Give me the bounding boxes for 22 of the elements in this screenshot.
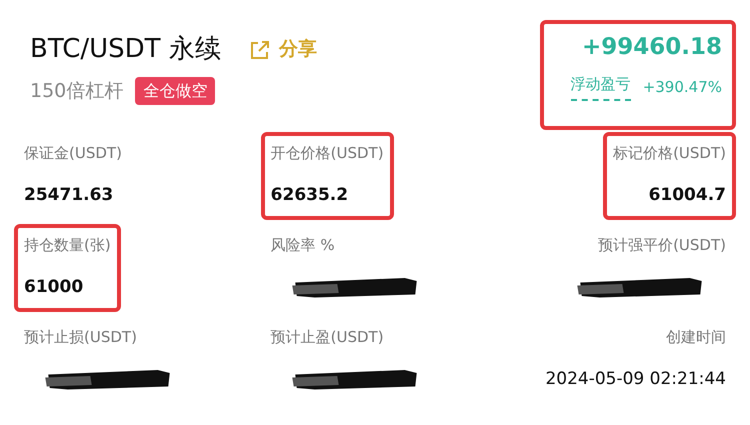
contract-title: BTC/USDT 永续 [30,33,221,66]
field-label: 创建时间 [666,327,726,348]
field-label: 预计止损(USDT) [24,327,137,348]
field-value: 61004.7 [648,184,726,206]
field-value: 62635.2 [270,184,348,206]
field-label: 标记价格(USDT) [613,143,726,164]
position-tag: 全仓做空 [135,77,216,106]
field-label: 预计强平价(USDT) [598,235,726,256]
field-value: 2024-05-09 02:21:44 [545,368,726,390]
share-button[interactable]: 分享 [248,35,317,64]
field-label: 风险率 % [270,235,335,256]
field-label: 预计止盈(USDT) [270,327,384,348]
field-label: 保证金(USDT) [24,143,122,164]
field-value: 25471.63 [24,184,114,206]
field-value: 61000 [24,276,84,298]
leverage-label: 150倍杠杆 [30,79,124,104]
share-icon [248,38,271,60]
field-label: 开仓价格(USDT) [270,143,384,164]
pnl-label: 浮动盈亏 [570,72,631,101]
field-label: 持仓数量(张) [24,235,111,256]
pnl-percent: +390.47% [642,76,722,98]
pnl-value: +99460.18 [582,33,722,62]
